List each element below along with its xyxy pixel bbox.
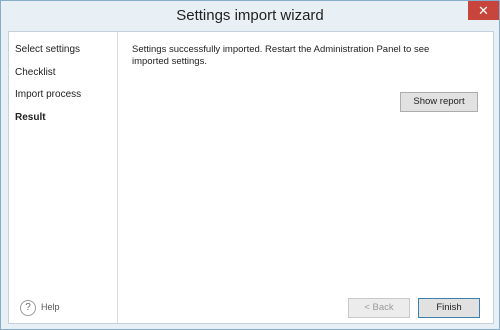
back-button[interactable]: < Back <box>348 298 410 318</box>
window-title: Settings import wizard <box>176 7 324 24</box>
close-icon: ✕ <box>478 3 489 18</box>
steps-sidebar: Select settings Checklist Import process… <box>9 32 118 323</box>
question-circle-icon: ? <box>20 300 36 316</box>
title-bar: Settings import wizard ✕ <box>1 1 499 31</box>
wizard-window: Settings import wizard ✕ Select settings… <box>0 0 500 330</box>
show-report-button[interactable]: Show report <box>400 92 478 112</box>
step-select-settings[interactable]: Select settings <box>15 44 80 55</box>
result-message: Settings successfully imported. Restart … <box>132 44 430 67</box>
step-checklist[interactable]: Checklist <box>15 67 56 78</box>
step-result[interactable]: Result <box>15 112 46 123</box>
finish-button[interactable]: Finish <box>418 298 480 318</box>
close-button[interactable]: ✕ <box>468 1 499 20</box>
step-import-process[interactable]: Import process <box>15 89 81 100</box>
wizard-content: Select settings Checklist Import process… <box>8 31 494 324</box>
help-label: Help <box>41 302 60 312</box>
